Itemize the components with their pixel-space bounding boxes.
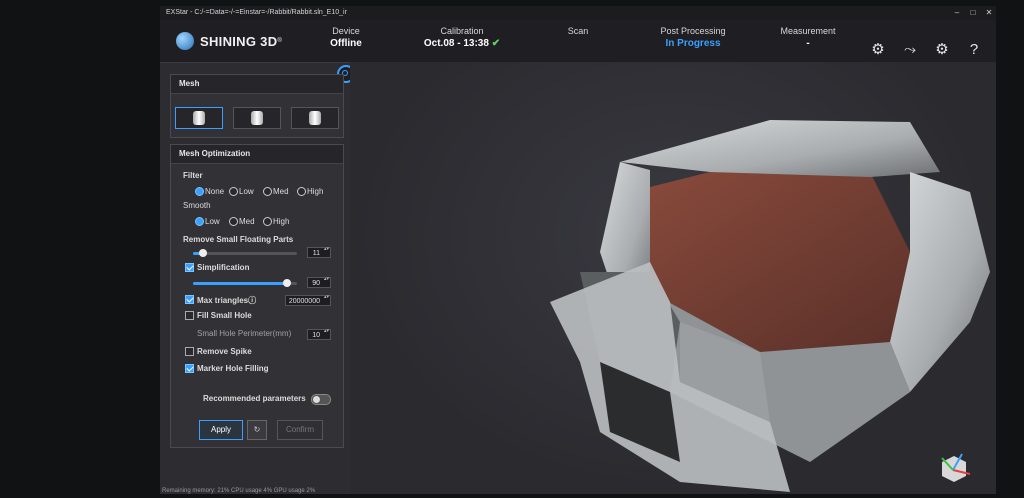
cylinder-icon [309, 111, 321, 125]
filter-none-label: None [205, 187, 225, 196]
filter-radio-med[interactable] [263, 187, 272, 196]
max-triangles-checkbox[interactable] [185, 295, 194, 304]
step-calibration-label: Calibration [440, 26, 484, 36]
max-triangles-stepper[interactable]: 20000000 [285, 294, 331, 306]
simplification-checkbox[interactable] [185, 263, 194, 272]
filter-radio-high[interactable] [297, 187, 306, 196]
gear-icon[interactable]: ⚙ [932, 40, 952, 60]
mesh-panel: Mesh [170, 74, 344, 138]
title-bar: EXStar - C:/-=Data=-/-=Einstar=-/Rabbit/… [160, 6, 996, 20]
brand-logo: SHINING 3D ® [176, 30, 282, 52]
remove-spike-checkbox[interactable] [185, 347, 194, 356]
cylinder-icon [251, 111, 263, 125]
smooth-label: Smooth [183, 201, 211, 210]
max-triangles-text: Max triangles [197, 296, 249, 305]
maximize-button[interactable]: □ [966, 6, 980, 20]
mesh-panel-title: Mesh [171, 75, 343, 94]
floating-parts-slider[interactable] [193, 249, 297, 257]
3d-viewport[interactable] [350, 62, 996, 494]
apply-button[interactable]: Apply [199, 420, 243, 440]
step-calibration-value: Oct.08 - 13:38 [423, 38, 489, 49]
simplification-stepper[interactable]: 90 [307, 276, 331, 288]
check-icon: ✔ [491, 38, 501, 49]
simplification-slider[interactable] [193, 279, 297, 287]
simplification-thumb[interactable] [282, 279, 291, 287]
mesh-watertight-button[interactable] [175, 107, 223, 129]
step-scan-label: Scan [567, 26, 589, 36]
mesh-semi-watertight-button[interactable] [233, 107, 281, 129]
marker-hole-checkbox[interactable] [185, 364, 194, 373]
floating-parts-thumb[interactable] [199, 249, 208, 257]
smooth-radio-med[interactable] [229, 217, 238, 226]
step-post-processing-value: In Progress [665, 38, 721, 49]
cylinder-icon [193, 111, 205, 125]
filter-med-label: Med [273, 187, 289, 196]
app-window: EXStar - C:/-=Data=-/-=Einstar=-/Rabbit/… [160, 6, 996, 494]
smooth-radio-low[interactable] [195, 217, 204, 226]
mesh-optimization-title: Mesh Optimization [171, 145, 343, 164]
reset-button[interactable]: ↻ [247, 420, 267, 440]
info-icon[interactable]: ⓘ [248, 296, 256, 305]
brand-trademark: ® [277, 38, 283, 44]
confirm-button[interactable]: Confirm [277, 420, 323, 440]
help-icon[interactable]: ? [964, 40, 984, 60]
orientation-gizmo [941, 453, 971, 482]
marker-hole-label: Marker Hole Filling [197, 364, 269, 373]
window-title: EXStar - C:/-=Data=-/-=Einstar=-/Rabbit/… [166, 9, 347, 16]
hole-perimeter-stepper[interactable]: 10 [307, 328, 331, 340]
remove-spike-label: Remove Spike [197, 347, 252, 356]
car-side [890, 172, 990, 392]
step-calibration[interactable]: Calibration Oct.08 - 13:38 ✔ [402, 26, 522, 49]
share-icon[interactable]: ⤳ [900, 40, 920, 60]
step-measurement[interactable]: Measurement - [748, 26, 868, 49]
smooth-radio-high[interactable] [263, 217, 272, 226]
workflow-bar: SHINING 3D ® Device Offline Calibration … [160, 20, 996, 83]
filter-radio-low[interactable] [229, 187, 238, 196]
filter-low-label: Low [239, 187, 254, 196]
step-device[interactable]: Device Offline [286, 26, 406, 49]
step-post-processing-label: Post Processing [660, 26, 726, 36]
simplification-fill [193, 282, 287, 285]
smooth-high-label: High [273, 217, 290, 226]
fill-small-hole-label: Fill Small Hole [197, 311, 252, 320]
floating-parts-label: Remove Small Floating Parts [183, 235, 294, 244]
filter-label: Filter [183, 171, 203, 180]
car-roof [620, 120, 940, 177]
simplification-label: Simplification [197, 263, 250, 272]
hole-perimeter-label: Small Hole Perimeter(mm) [197, 329, 292, 338]
fill-small-hole-checkbox[interactable] [185, 311, 194, 320]
step-measurement-label: Measurement [780, 26, 836, 36]
smooth-med-label: Med [239, 217, 255, 226]
max-triangles-label: Max trianglesⓘ [197, 295, 256, 306]
recommended-params-toggle[interactable] [311, 394, 331, 405]
step-post-processing[interactable]: Post Processing In Progress [633, 26, 753, 49]
brand-name: SHINING 3D [200, 33, 278, 49]
scanned-car-body-model [550, 120, 990, 492]
step-measurement-value: - [806, 38, 810, 49]
step-device-label: Device [332, 26, 360, 36]
floating-parts-stepper[interactable]: 11 [307, 246, 331, 258]
recommended-params-label: Recommended parameters [203, 394, 306, 403]
minimize-button[interactable]: – [950, 6, 964, 20]
smooth-low-label: Low [205, 217, 220, 226]
filter-high-label: High [307, 187, 324, 196]
close-button[interactable]: ✕ [982, 6, 996, 20]
settings-gear-icon[interactable]: ⚙ [868, 40, 888, 60]
logo-sphere-icon [176, 32, 194, 50]
mesh-unwatertight-button[interactable] [291, 107, 339, 129]
filter-radio-none[interactable] [195, 187, 204, 196]
step-device-value: Offline [330, 38, 362, 49]
mesh-optimization-panel: Mesh Optimization Filter None Low Med Hi… [170, 144, 344, 448]
status-bar: Remaining memory: 21% CPU usage 4% GPU u… [162, 488, 316, 494]
step-scan[interactable]: Scan [518, 26, 638, 36]
